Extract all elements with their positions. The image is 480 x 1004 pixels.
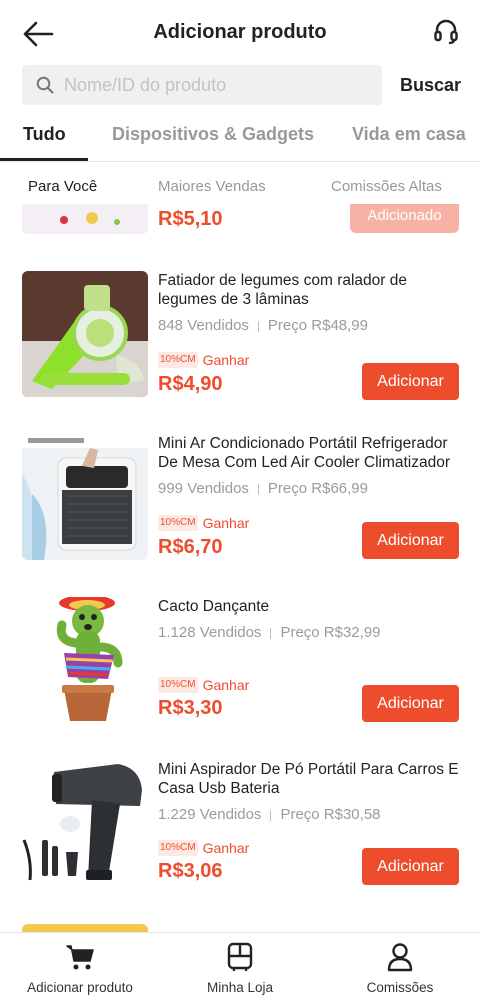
product-image — [22, 597, 148, 723]
product-list[interactable]: R$5,10 Adicionado Fatiador de legumes co… — [0, 204, 480, 932]
list-item[interactable]: Mini Aspirador De Pó Portátil Para Carro… — [0, 760, 480, 890]
list-item[interactable]: Fatiador de legumes com ralador de legum… — [0, 271, 480, 401]
product-image — [22, 760, 148, 886]
active-tab-indicator — [0, 158, 88, 161]
cart-icon — [65, 942, 95, 972]
commission-label: Ganhar — [202, 840, 250, 856]
commission-row: 10%CM Ganhar — [158, 677, 249, 693]
earn-amount: R$3,06 — [158, 860, 223, 882]
product-earn-price: R$5,10 — [158, 208, 223, 230]
sold-count: 999 Vendidos — [158, 480, 249, 497]
search-bar: Buscar — [22, 65, 462, 105]
product-image — [22, 271, 148, 397]
product-name: Cacto Dançante — [158, 598, 270, 615]
product-price: Preço R$32,99 — [280, 624, 381, 641]
product-meta: 999 Vendidos Preço R$66,99 — [158, 480, 368, 497]
tab-tudo[interactable]: Tudo — [23, 124, 66, 145]
sold-count: 848 Vendidos — [158, 317, 249, 334]
store-icon — [225, 942, 255, 972]
user-icon — [385, 942, 415, 972]
category-tabs: Tudo Dispositivos & Gadgets Vida em casa — [0, 112, 480, 162]
nav-item-minha-loja[interactable]: Minha Loja — [160, 933, 320, 1004]
nav-label: Comissões — [366, 980, 434, 995]
list-item[interactable]: Mini Ar Condicionado Portátil Refrigerad… — [0, 434, 480, 564]
search-icon — [36, 76, 54, 94]
tab-vida-em-casa[interactable]: Vida em casa — [352, 124, 466, 145]
added-button[interactable]: Adicionado — [350, 204, 459, 233]
arrow-left-icon — [23, 21, 54, 47]
sold-count: 1.128 Vendidos — [158, 624, 262, 641]
add-button[interactable]: Adicionar — [362, 522, 459, 559]
nav-label: Minha Loja — [206, 980, 274, 995]
page-title: Adicionar produto — [153, 20, 327, 43]
commission-row: 10%CM Ganhar — [158, 352, 249, 368]
header: Adicionar produto — [0, 0, 480, 64]
product-meta: 1.128 Vendidos Preço R$32,99 — [158, 624, 381, 641]
product-meta: 1.229 Vendidos Preço R$30,58 — [158, 806, 381, 823]
commission-label: Ganhar — [202, 515, 250, 531]
commission-row: 10%CM Ganhar — [158, 840, 249, 856]
subtab-para-voce[interactable]: Para Você — [28, 178, 97, 195]
product-name: Mini Aspirador De Pó Portátil Para Carro… — [158, 761, 459, 797]
list-item[interactable]: Cacto Dançante 1.128 Vendidos Preço R$32,… — [0, 597, 480, 727]
add-button[interactable]: Adicionar — [362, 685, 459, 722]
earn-amount: R$6,70 — [158, 536, 223, 558]
support-button[interactable] — [430, 16, 462, 48]
product-image — [22, 924, 148, 932]
bottom-navigation: Adicionar produto Minha Loja Comissões — [0, 932, 480, 1004]
nav-item-comissoes[interactable]: Comissões — [320, 933, 480, 1004]
product-image — [22, 434, 148, 560]
search-box[interactable] — [22, 65, 382, 105]
commission-label: Ganhar — [202, 352, 250, 368]
commission-badge: 10%CM — [158, 677, 198, 693]
product-meta: 848 Vendidos Preço R$48,99 — [158, 317, 368, 334]
sold-count: 1.229 Vendidos — [158, 806, 262, 823]
nav-item-adicionar-produto[interactable]: Adicionar produto — [0, 933, 160, 1004]
commission-badge: 10%CM — [158, 515, 198, 531]
product-price: Preço R$48,99 — [267, 317, 368, 334]
subtab-maiores-vendas[interactable]: Maiores Vendas — [158, 178, 266, 195]
earn-amount: R$4,90 — [158, 373, 223, 395]
product-name: Mini Ar Condicionado Portátil Refrigerad… — [158, 435, 451, 471]
product-price: Preço R$30,58 — [280, 806, 381, 823]
commission-row: 10%CM Ganhar — [158, 515, 249, 531]
commission-badge: 10%CM — [158, 840, 198, 856]
product-name: Fatiador de legumes com ralador de legum… — [158, 272, 407, 308]
search-input[interactable] — [64, 74, 354, 96]
headset-icon — [434, 19, 458, 45]
nav-label: Adicionar produto — [27, 980, 133, 995]
back-button[interactable] — [20, 16, 56, 52]
search-button[interactable]: Buscar — [400, 75, 461, 96]
product-price: Preço R$66,99 — [267, 480, 368, 497]
commission-badge: 10%CM — [158, 352, 198, 368]
list-item[interactable] — [0, 922, 480, 932]
tab-dispositivos-gadgets[interactable]: Dispositivos & Gadgets — [112, 124, 314, 145]
earn-amount: R$3,30 — [158, 697, 223, 719]
product-image — [22, 204, 148, 234]
add-button[interactable]: Adicionar — [362, 848, 459, 885]
subtab-comissoes-altas[interactable]: Comissões Altas — [331, 178, 442, 195]
sub-tabs: Para Você Maiores Vendas Comissões Altas — [0, 170, 480, 204]
commission-label: Ganhar — [202, 677, 250, 693]
list-item[interactable]: R$5,10 Adicionado — [0, 204, 480, 234]
add-button[interactable]: Adicionar — [362, 363, 459, 400]
